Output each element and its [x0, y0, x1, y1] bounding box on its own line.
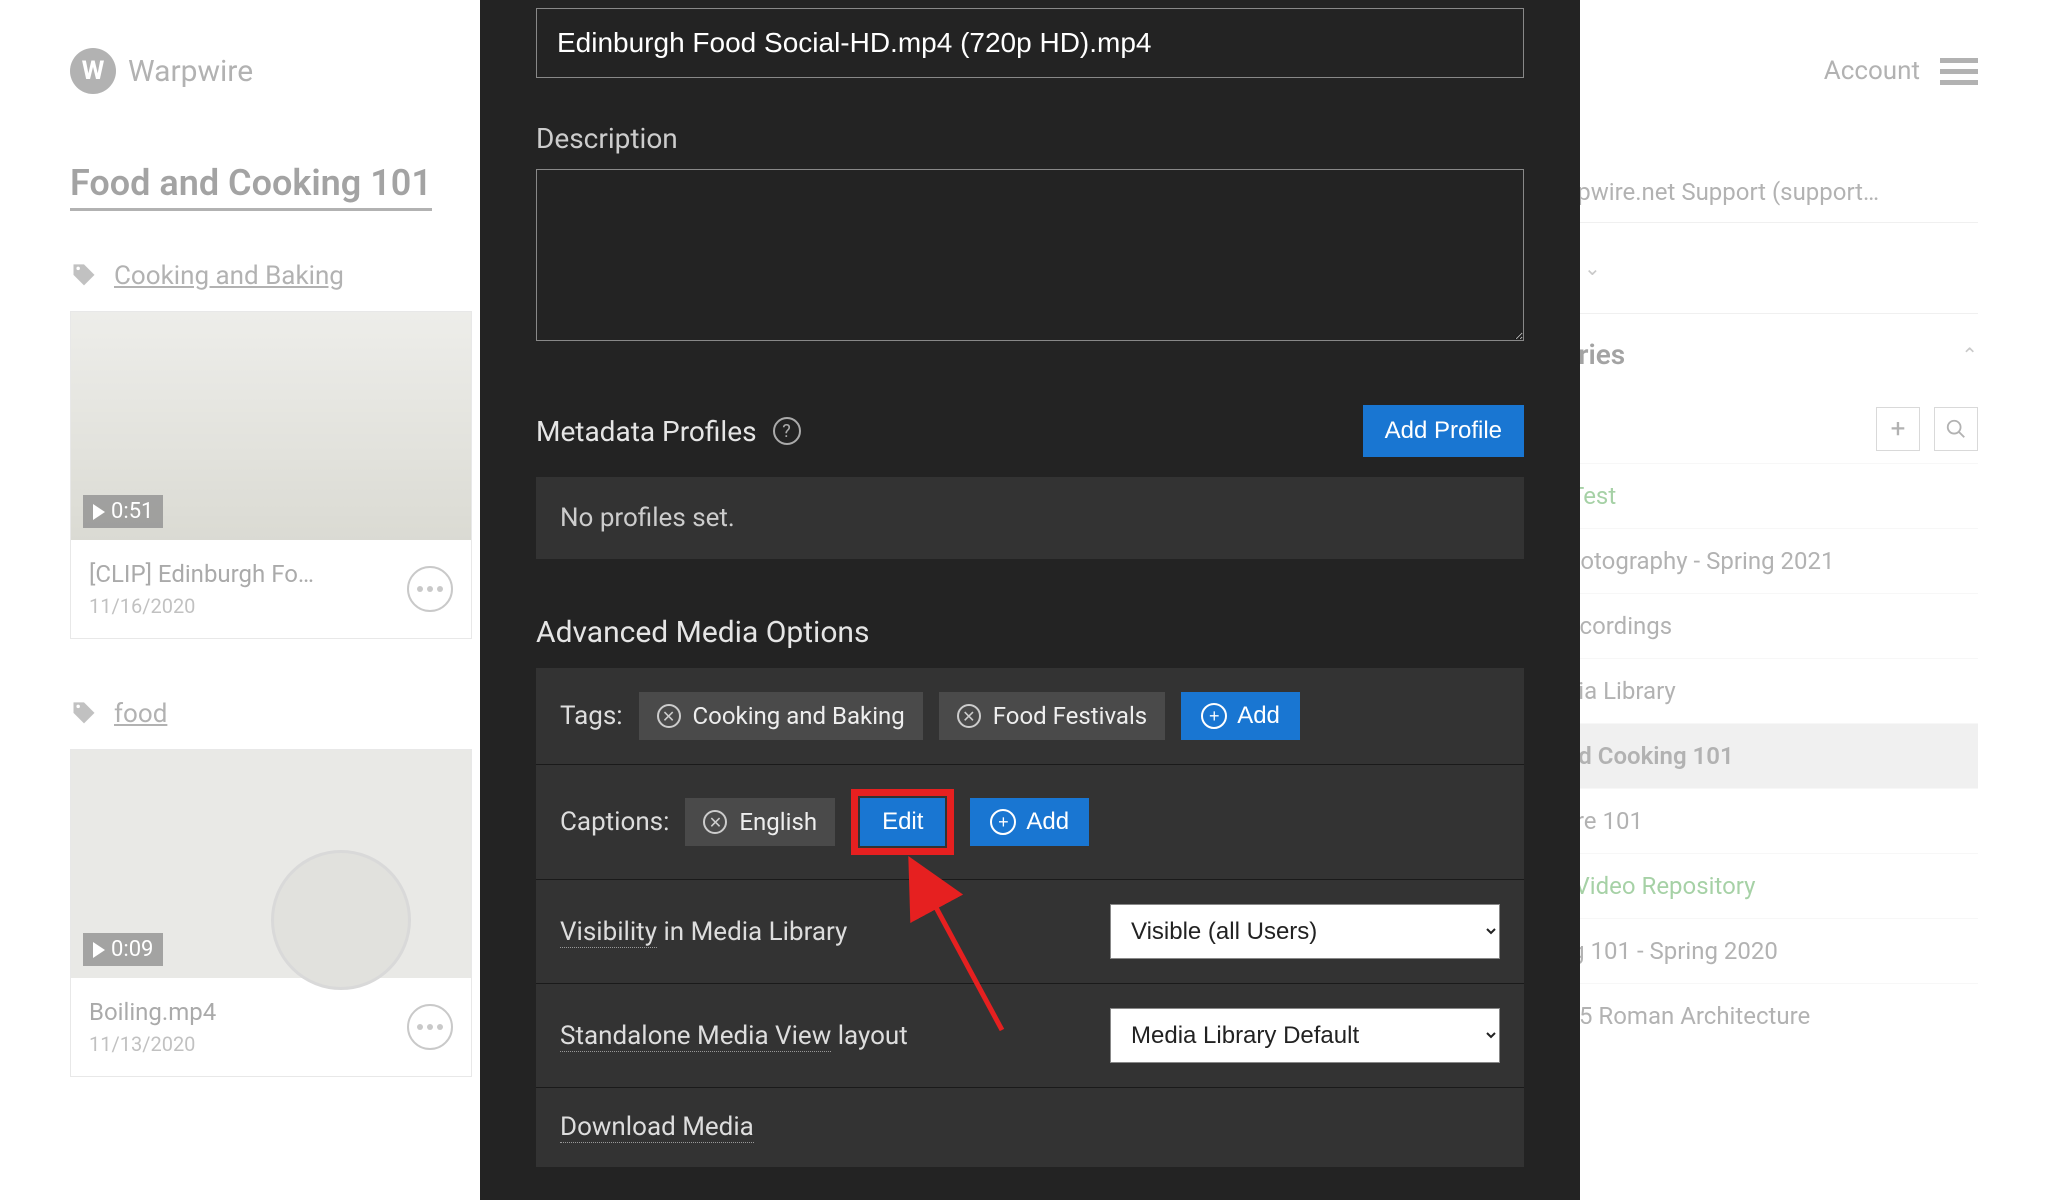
- caption-chip[interactable]: ✕English: [685, 798, 835, 846]
- advanced-options-heading: Advanced Media Options: [536, 615, 1524, 650]
- help-icon[interactable]: ?: [773, 417, 801, 445]
- media-settings-modal: Description Metadata Profiles ? Add Prof…: [480, 0, 1580, 1200]
- tag-chip[interactable]: ✕Food Festivals: [939, 692, 1165, 740]
- profiles-empty-state: No profiles set.: [536, 477, 1524, 559]
- standalone-label: Standalone Media View layout: [560, 1021, 908, 1051]
- description-textarea[interactable]: [536, 169, 1524, 341]
- annotation-highlight: Edit: [851, 789, 954, 855]
- tags-row: Tags: ✕Cooking and Baking ✕Food Festival…: [536, 668, 1524, 765]
- plus-icon: +: [1201, 703, 1227, 729]
- title-input[interactable]: [536, 8, 1524, 78]
- download-row: Download Media: [536, 1088, 1524, 1167]
- edit-caption-button[interactable]: Edit: [860, 798, 945, 846]
- remove-tag-icon[interactable]: ✕: [657, 704, 681, 728]
- advanced-options-panel: Tags: ✕Cooking and Baking ✕Food Festival…: [536, 668, 1524, 1167]
- download-media-link[interactable]: Download Media: [560, 1112, 754, 1143]
- tag-chip[interactable]: ✕Cooking and Baking: [639, 692, 923, 740]
- visibility-row: Visibility in Media Library Visible (all…: [536, 880, 1524, 984]
- remove-caption-icon[interactable]: ✕: [703, 810, 727, 834]
- captions-label: Captions:: [560, 807, 669, 837]
- add-profile-button[interactable]: Add Profile: [1363, 405, 1524, 457]
- standalone-select[interactable]: Media Library Default: [1110, 1008, 1500, 1063]
- plus-icon: +: [990, 809, 1016, 835]
- tags-label: Tags:: [560, 701, 623, 731]
- description-label: Description: [536, 122, 1524, 155]
- add-tag-button[interactable]: +Add: [1181, 692, 1300, 740]
- metadata-profiles-label: Metadata Profiles: [536, 415, 757, 448]
- visibility-select[interactable]: Visible (all Users): [1110, 904, 1500, 959]
- captions-row: Captions: ✕English Edit +Add: [536, 765, 1524, 880]
- standalone-row: Standalone Media View layout Media Libra…: [536, 984, 1524, 1088]
- add-caption-button[interactable]: +Add: [970, 798, 1089, 846]
- remove-tag-icon[interactable]: ✕: [957, 704, 981, 728]
- visibility-label: Visibility in Media Library: [560, 917, 847, 947]
